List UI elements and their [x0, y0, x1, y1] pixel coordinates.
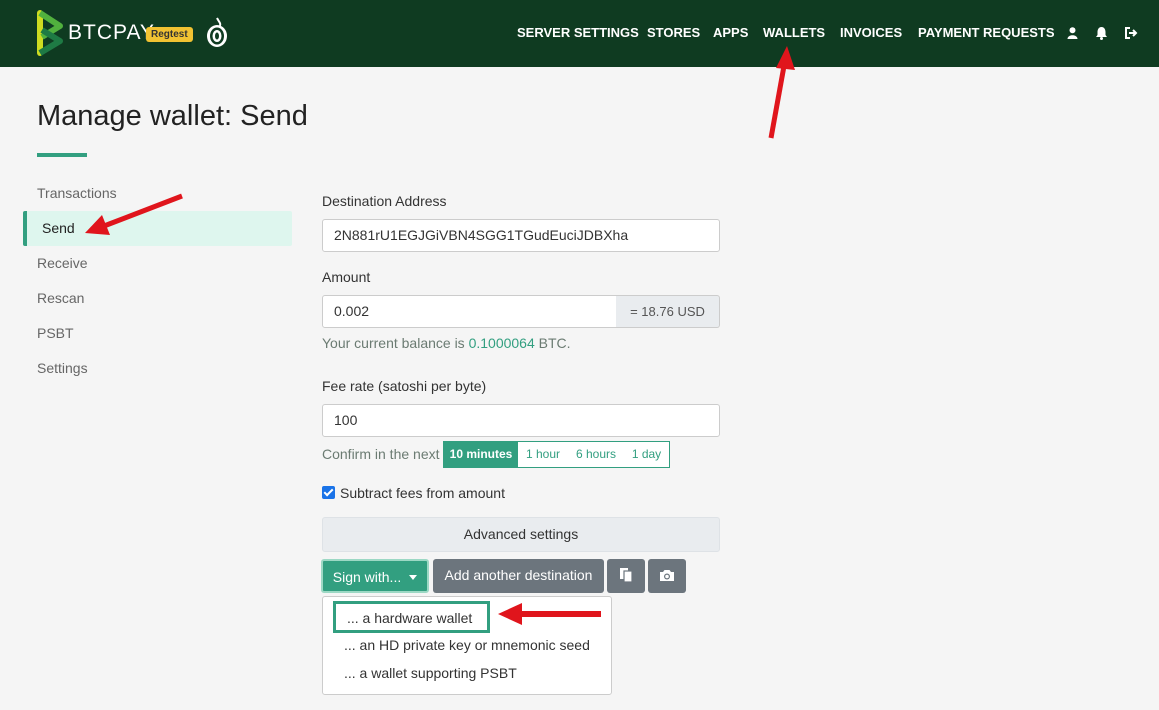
nav-server-settings[interactable]: SERVER SETTINGS — [517, 25, 639, 40]
sidebar-item-send[interactable]: Send — [23, 211, 292, 246]
sign-with-menu: ... a hardware wallet ... an HD private … — [322, 596, 612, 695]
amount-fiat-addon: = 18.76 USD — [616, 295, 720, 328]
fee-option-1-hour[interactable]: 1 hour — [518, 441, 569, 468]
sidebar-item-psbt[interactable]: PSBT — [23, 316, 292, 351]
fee-option-6-hours[interactable]: 6 hours — [568, 441, 625, 468]
subtract-fees-label[interactable]: Subtract fees from amount — [340, 485, 505, 501]
destination-address-input[interactable]: 2N881rU1EGJGiVBN4SGG1TGudEuciJDBXha — [322, 219, 720, 252]
bell-icon[interactable] — [1095, 26, 1108, 40]
camera-icon — [660, 570, 674, 581]
sidebar-item-receive[interactable]: Receive — [23, 246, 292, 281]
balance-value[interactable]: 0.1000064 — [469, 335, 535, 351]
user-icon[interactable] — [1067, 27, 1078, 39]
advanced-settings-button[interactable]: Advanced settings — [322, 517, 720, 552]
nav-stores[interactable]: STORES — [647, 25, 700, 40]
balance-text: Your current balance is 0.1000064 BTC. — [322, 335, 571, 351]
destination-label: Destination Address — [322, 193, 447, 209]
sidebar-item-transactions[interactable]: Transactions — [23, 176, 292, 211]
amount-label: Amount — [322, 269, 371, 285]
sidebar-item-settings[interactable]: Settings — [23, 351, 292, 386]
subtract-fees-checkbox[interactable] — [322, 486, 335, 499]
fee-rate-label: Fee rate (satoshi per byte) — [322, 378, 487, 394]
nav-payment-requests[interactable]: PAYMENT REQUESTS — [918, 25, 1055, 40]
fee-option-10-minutes[interactable]: 10 minutes — [443, 441, 519, 468]
sidebar-item-rescan[interactable]: Rescan — [23, 281, 292, 316]
sign-option-hardware-wallet[interactable]: ... a hardware wallet — [333, 601, 490, 633]
title-underline — [37, 153, 87, 157]
top-navbar: BTCPAY Regtest SERVER SETTINGS STORES AP… — [0, 0, 1159, 67]
paste-button[interactable] — [607, 559, 645, 593]
balance-prefix: Your current balance is — [322, 335, 465, 351]
page-title: Manage wallet: Send — [37, 100, 308, 132]
sign-option-psbt-wallet[interactable]: ... a wallet supporting PSBT — [323, 660, 611, 686]
balance-suffix: BTC. — [538, 335, 571, 351]
fee-option-1-day[interactable]: 1 day — [624, 441, 670, 468]
paste-icon — [620, 568, 633, 583]
fee-rate-input[interactable]: 100 — [322, 404, 720, 437]
amount-input[interactable]: 0.002 — [322, 295, 617, 328]
main-nav: SERVER SETTINGS STORES APPS WALLETS INVO… — [0, 25, 1159, 45]
confirm-label: Confirm in the next — [322, 446, 440, 462]
sign-option-hd-key[interactable]: ... an HD private key or mnemonic seed — [323, 632, 611, 658]
nav-wallets[interactable]: WALLETS — [763, 25, 825, 40]
sign-with-label: Sign with... — [332, 569, 402, 585]
add-destination-button[interactable]: Add another destination — [433, 559, 604, 593]
nav-apps[interactable]: APPS — [713, 25, 748, 40]
caret-down-icon — [409, 575, 418, 580]
nav-invoices[interactable]: INVOICES — [840, 25, 902, 40]
sign-with-button[interactable]: Sign with... — [321, 559, 429, 593]
logout-icon[interactable] — [1125, 27, 1138, 39]
scan-qr-button[interactable] — [648, 559, 686, 593]
